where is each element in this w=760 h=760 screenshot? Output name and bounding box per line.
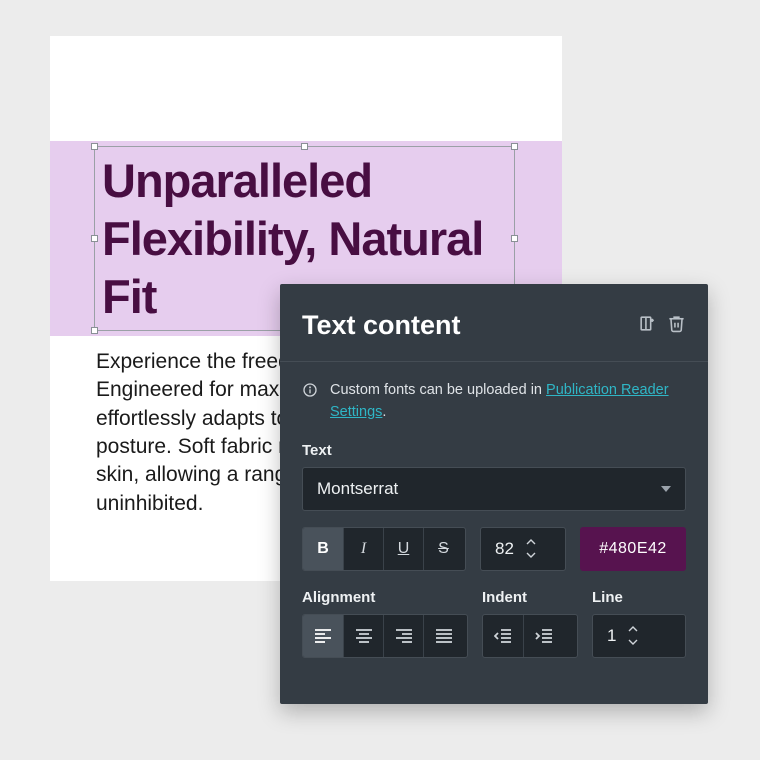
bold-button[interactable]: B [303,528,343,570]
info-message: Custom fonts can be uploaded in Publicat… [302,380,686,424]
font-size-field[interactable]: 82 [480,527,566,571]
alignment-label: Alignment [302,589,468,606]
resize-handle-bottom-left[interactable] [91,327,98,334]
align-right-button[interactable] [383,615,423,657]
italic-button[interactable]: I [343,528,383,570]
font-family-select[interactable]: Montserrat [302,467,686,511]
chevron-up-icon[interactable] [524,538,538,548]
align-center-button[interactable] [343,615,383,657]
align-left-button[interactable] [303,615,343,657]
font-size-stepper[interactable] [524,538,538,560]
panel-header: Text content [280,284,708,362]
duplicate-icon[interactable] [638,314,657,338]
text-color-value: #480E42 [599,540,667,558]
text-section-label: Text [302,442,686,459]
alignment-group [302,614,468,658]
indent-label: Indent [482,589,578,606]
text-color-swatch[interactable]: #480E42 [580,527,686,571]
font-family-value: Montserrat [317,479,398,499]
info-text-suffix: . [382,404,386,420]
strikethrough-button[interactable]: S [423,528,463,570]
font-size-value: 82 [495,539,514,559]
indent-button[interactable] [523,615,563,657]
resize-handle-top-right[interactable] [511,143,518,150]
resize-handle-top-mid[interactable] [301,143,308,150]
line-height-value: 1 [607,626,616,646]
resize-handle-top-left[interactable] [91,143,98,150]
chevron-up-icon[interactable] [626,625,640,635]
chevron-down-icon[interactable] [626,637,640,647]
info-icon [302,380,320,424]
resize-handle-right-mid[interactable] [511,235,518,242]
indent-group [482,614,578,658]
line-label: Line [592,589,686,606]
line-height-field[interactable]: 1 [592,614,686,658]
info-text-prefix: Custom fonts can be uploaded in [330,382,546,398]
trash-icon[interactable] [667,314,686,338]
chevron-down-icon[interactable] [524,550,538,560]
align-justify-button[interactable] [423,615,463,657]
underline-button[interactable]: U [383,528,423,570]
panel-title: Text content [302,310,461,341]
outdent-button[interactable] [483,615,523,657]
chevron-down-icon [661,486,671,492]
resize-handle-left-mid[interactable] [91,235,98,242]
text-style-group: B I U S [302,527,466,571]
line-height-stepper[interactable] [626,625,640,647]
text-content-panel: Text content [280,284,708,704]
